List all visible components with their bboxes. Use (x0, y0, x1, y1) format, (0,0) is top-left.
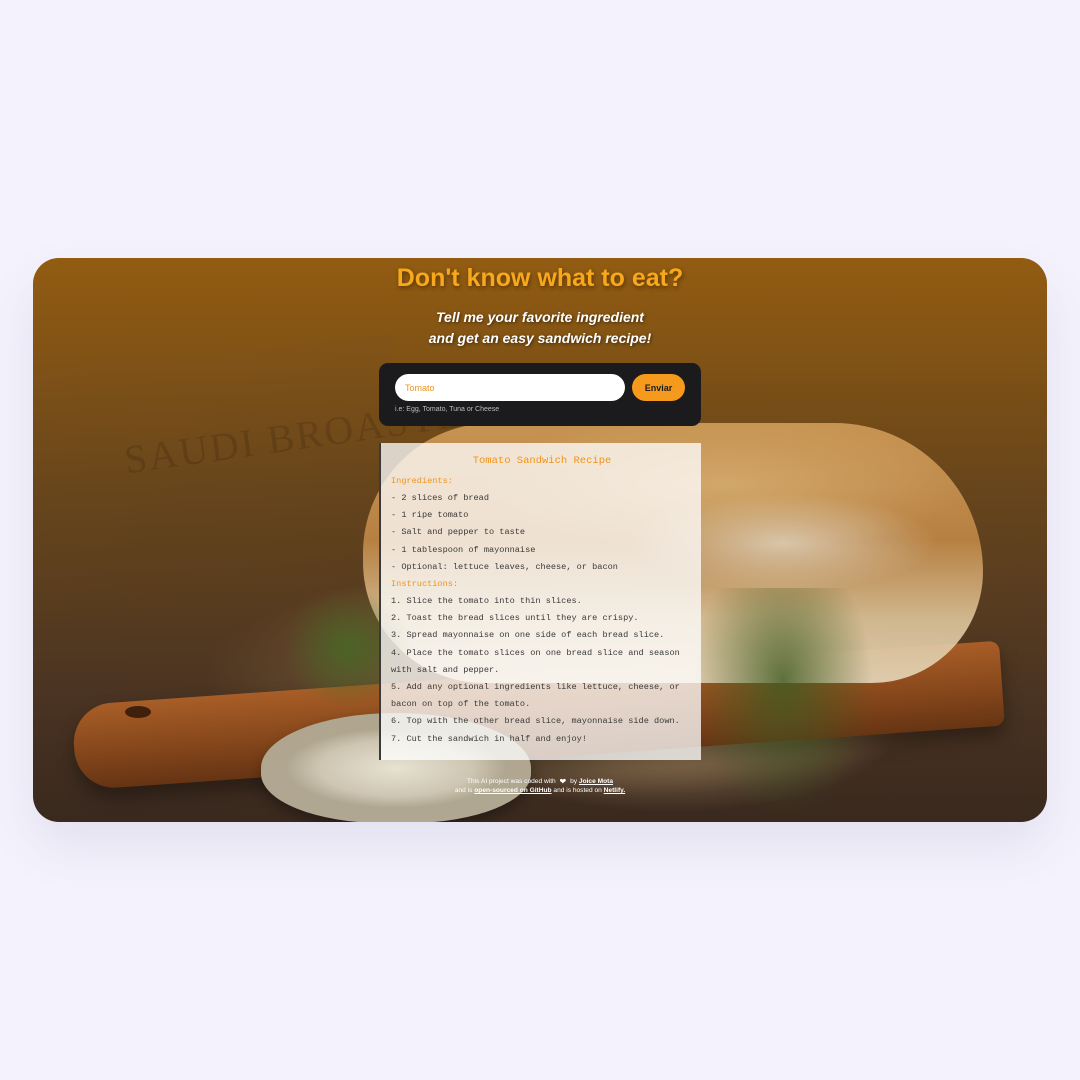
subtitle-line-1: Tell me your favorite ingredient (436, 309, 644, 325)
instruction-step: 3. Spread mayonnaise on one side of each… (391, 630, 665, 641)
search-form: Enviar i.e: Egg, Tomato, Tuna or Cheese (379, 363, 701, 426)
main-content: Don't know what to eat? Tell me your fav… (33, 258, 1047, 822)
subtitle-line-2: and get an easy sandwich recipe! (428, 330, 652, 346)
github-link[interactable]: open-sourced on GitHub (474, 787, 551, 794)
app-frame: SAUDI BROASTE Don't know what to eat? Te… (33, 258, 1047, 822)
ingredient-item: - Salt and pepper to taste (391, 527, 526, 538)
footer: This AI project was coded with ❤ by Joic… (33, 777, 1047, 795)
ingredients-list: - 2 slices of bread - 1 ripe tomato - Sa… (391, 490, 693, 576)
footer-text-hosted: and is hosted on (553, 787, 602, 794)
footer-text-and-is: and is (454, 787, 473, 794)
page-subtitle: Tell me your favorite ingredient and get… (33, 307, 1047, 349)
ingredients-label: Ingredients: (391, 476, 453, 486)
instruction-step: 2. Toast the bread slices until they are… (391, 613, 639, 624)
footer-text-by: by (570, 778, 578, 785)
instruction-step: 6. Top with the other bread slice, mayon… (391, 716, 680, 727)
ingredient-item: - 1 tablespoon of mayonnaise (391, 544, 536, 555)
instruction-step: 4. Place the tomato slices on one bread … (391, 647, 680, 675)
ingredient-input[interactable] (395, 374, 625, 401)
footer-line-2: and is open-sourced on GitHub and is hos… (33, 786, 1047, 795)
author-link[interactable]: Joice Mota (579, 778, 613, 785)
netlify-link[interactable]: Netlify. (604, 787, 626, 794)
instruction-step: 1. Slice the tomato into thin slices. (391, 596, 582, 607)
instructions-list: 1. Slice the tomato into thin slices. 2.… (391, 593, 693, 748)
page-title: Don't know what to eat? (396, 264, 684, 292)
ingredient-item: - 1 ripe tomato (391, 510, 469, 521)
heart-icon: ❤ (559, 777, 567, 786)
instruction-step: 5. Add any optional ingredients like let… (391, 682, 680, 710)
recipe-title: Tomato Sandwich Recipe (472, 455, 612, 467)
ingredient-item: - Optional: lettuce leaves, cheese, or b… (391, 561, 618, 572)
instructions-label: Instructions: (391, 579, 459, 590)
footer-text-coded: This AI project was coded with (467, 778, 556, 785)
submit-button[interactable]: Enviar (632, 374, 685, 401)
input-hint: i.e: Egg, Tomato, Tuna or Cheese (395, 406, 500, 413)
ingredient-item: - 2 slices of bread (391, 493, 489, 503)
recipe-panel: Tomato Sandwich Recipe Ingredients: - 2 … (379, 443, 701, 760)
footer-line-1: This AI project was coded with ❤ by Joic… (33, 777, 1047, 786)
instruction-step: 7. Cut the sandwich in half and enjoy! (391, 733, 587, 744)
